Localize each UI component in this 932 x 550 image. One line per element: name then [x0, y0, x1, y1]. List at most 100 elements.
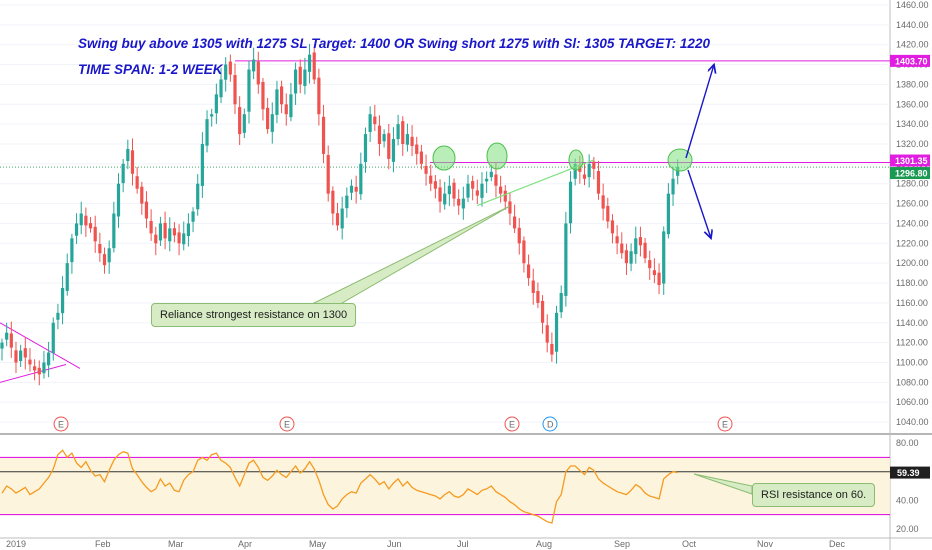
candle-body: [182, 233, 186, 245]
candle-body: [466, 183, 470, 198]
price-tick-label: 1440.00: [896, 20, 929, 30]
candle-body: [443, 193, 447, 205]
candle-body: [648, 260, 652, 269]
candle-body: [116, 183, 121, 217]
candle-body: [242, 114, 246, 133]
candle-body: [475, 190, 479, 196]
candle-body: [424, 165, 428, 174]
time-tick-label: Aug: [536, 539, 552, 549]
candle-body: [298, 66, 302, 85]
candle-body: [158, 223, 163, 241]
candle-body: [47, 352, 51, 366]
candle-body: [457, 198, 461, 206]
price-tick-label: 1380.00: [896, 79, 929, 89]
candle-body: [256, 61, 260, 85]
candle-body: [568, 181, 573, 224]
candle-body: [144, 201, 149, 219]
candle-body: [638, 237, 643, 246]
candle-body: [396, 124, 400, 140]
rsi-callout: RSI resistance on 60.: [752, 483, 876, 507]
resistance-touch-highlight: [486, 142, 508, 170]
price-tick-label: 1340.00: [896, 119, 929, 129]
candle-body: [326, 155, 330, 194]
candle-body: [102, 254, 107, 266]
price-tick-label: 1220.00: [896, 238, 929, 248]
price-tick-label: 1240.00: [896, 218, 929, 228]
candle-body: [652, 270, 656, 276]
candle-body: [126, 148, 130, 162]
candle-body: [368, 114, 372, 132]
candle-body: [531, 280, 535, 293]
candle-body: [554, 312, 559, 352]
price-tick-label: 1040.00: [896, 417, 929, 427]
candle-body: [415, 144, 419, 154]
rsi-tick-label: 80.00: [896, 438, 919, 448]
candle-body: [60, 288, 65, 314]
candle-body: [335, 213, 340, 226]
candle-body: [266, 107, 270, 130]
candle-body: [550, 343, 554, 355]
time-span-text: TIME SPAN: 1-2 WEEK: [78, 62, 223, 77]
time-tick-label: Apr: [238, 539, 252, 549]
price-tick-label: 1060.00: [896, 397, 929, 407]
resistance-callout: Reliance strongest resistance on 1300: [151, 303, 357, 327]
candle-body: [349, 185, 354, 193]
candle-body: [270, 114, 274, 132]
candle-body: [345, 195, 349, 209]
time-tick-label: Sep: [614, 539, 630, 549]
candle-body: [643, 242, 647, 259]
resistance-touch-highlight: [432, 145, 456, 171]
candle-body: [359, 163, 363, 195]
candle-body: [587, 163, 591, 178]
candle-body: [186, 223, 190, 237]
candle-body: [666, 193, 670, 235]
candle-body: [629, 251, 633, 264]
price-tick-label: 1080.00: [896, 377, 929, 387]
candle-body: [275, 89, 279, 115]
candle-body: [98, 244, 102, 254]
candle-body: [0, 342, 4, 349]
marker-label: E: [722, 420, 728, 430]
candle-body: [331, 190, 335, 214]
time-tick-label: 2019: [6, 539, 26, 549]
candle-body: [559, 292, 563, 313]
candle-body: [79, 213, 83, 226]
rsi-value-tag-text: 59.39: [897, 468, 920, 478]
candle-body: [210, 114, 214, 117]
marker-label: E: [58, 420, 64, 430]
candle-body: [191, 211, 195, 222]
rsi-tick-label: 40.00: [896, 495, 919, 505]
candle-body: [252, 59, 256, 72]
candle-body: [620, 243, 624, 254]
target-price-tag-text: 1403.70: [895, 56, 928, 66]
candle-body: [429, 175, 433, 184]
candle-body: [461, 198, 465, 209]
candle-body: [615, 236, 619, 244]
candle-body: [238, 107, 242, 135]
resistance-touch-highlight: [568, 149, 584, 171]
candle-body: [307, 54, 312, 72]
candle-body: [517, 227, 521, 244]
time-tick-label: Oct: [682, 539, 697, 549]
candle-body: [261, 81, 265, 110]
candle-body: [154, 234, 158, 244]
candle-body: [419, 151, 423, 164]
time-tick-label: May: [309, 539, 327, 549]
candle-body: [33, 366, 37, 371]
candle-body: [228, 61, 232, 75]
candle-body: [224, 64, 228, 80]
price-tick-label: 1100.00: [896, 357, 928, 367]
candle-body: [88, 223, 93, 229]
candle-body: [214, 94, 218, 114]
candle-body: [596, 171, 601, 194]
candle-body: [84, 215, 88, 226]
marker-label: E: [284, 420, 290, 430]
candle-body: [340, 208, 344, 229]
candle-body: [480, 183, 484, 198]
marker-label: E: [509, 420, 515, 430]
price-tick-label: 1120.00: [896, 338, 928, 348]
candle-body: [485, 178, 489, 182]
rsi-tick-label: 20.00: [896, 524, 919, 534]
candle-body: [28, 359, 32, 365]
candle-body: [363, 134, 368, 163]
